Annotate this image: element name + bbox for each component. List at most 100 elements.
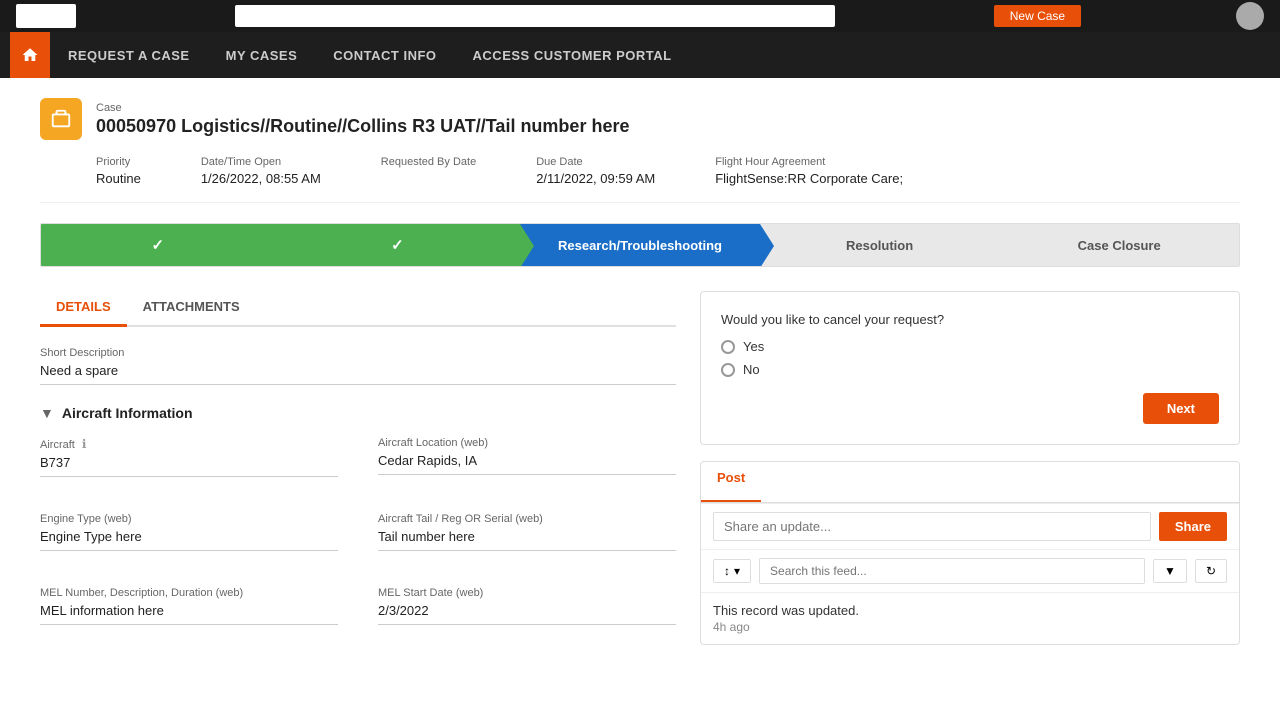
aircraft-row: Aircraft ℹ B737 Aircraft Location (web) … (40, 437, 676, 497)
home-icon (21, 46, 39, 64)
aircraft-label: Aircraft ℹ (40, 437, 338, 451)
aircraft-location-value: Cedar Rapids, IA (378, 453, 676, 475)
yes-radio[interactable] (721, 340, 735, 354)
feed-update: This record was updated. 4h ago (701, 592, 1239, 644)
next-button[interactable]: Next (1143, 393, 1219, 424)
home-button[interactable] (10, 32, 50, 78)
progress-step-2: ✓ (281, 224, 521, 266)
aircraft-tail-field: Aircraft Tail / Reg OR Serial (web) Tail… (378, 513, 676, 551)
yes-option[interactable]: Yes (721, 339, 1219, 354)
engine-type-value: Engine Type here (40, 529, 338, 551)
detail-tabs: DETAILS ATTACHMENTS (40, 291, 676, 327)
progress-step-4-label: Resolution (846, 238, 913, 253)
feed-search-input[interactable] (759, 558, 1145, 584)
sort-chevron-icon: ▾ (734, 564, 740, 578)
aircraft-value: B737 (40, 455, 338, 477)
nav-contact-info[interactable]: CONTACT INFO (315, 32, 454, 78)
case-title: 00050970 Logistics//Routine//Collins R3 … (96, 116, 629, 137)
filter-icon: ▼ (1164, 564, 1176, 578)
two-col-layout: DETAILS ATTACHMENTS Short Description Ne… (40, 291, 1240, 661)
requested-by-label: Requested By Date (381, 156, 476, 168)
progress-step-3-label: Research/Troubleshooting (558, 238, 722, 253)
mel-start-value: 2/3/2022 (378, 603, 676, 625)
aircraft-tail-value: Tail number here (378, 529, 676, 551)
date-open-field: Date/Time Open 1/26/2022, 08:55 AM (201, 156, 321, 186)
next-btn-row: Next (721, 393, 1219, 424)
progress-step-3: Research/Troubleshooting (520, 224, 760, 266)
main-content: Case 00050970 Logistics//Routine//Collin… (0, 78, 1280, 728)
aircraft-tail-label: Aircraft Tail / Reg OR Serial (web) (378, 513, 676, 525)
nav-access-customer-portal[interactable]: ACCESS CUSTOMER PORTAL (455, 32, 690, 78)
short-desc-value: Need a spare (40, 363, 676, 385)
progress-step-4: Resolution (760, 224, 1000, 266)
mel-row: MEL Number, Description, Duration (web) … (40, 587, 676, 645)
short-desc-label: Short Description (40, 347, 676, 359)
no-radio[interactable] (721, 363, 735, 377)
new-case-button[interactable]: New Case (994, 5, 1081, 27)
checkmark-icon-1: ✓ (152, 236, 165, 254)
top-search-bar (235, 5, 835, 27)
no-label: No (743, 362, 760, 377)
mel-start-field: MEL Start Date (web) 2/3/2022 (378, 587, 676, 625)
progress-step-1: ✓ (41, 224, 281, 266)
aircraft-section-label: Aircraft Information (62, 405, 193, 421)
short-description-field: Short Description Need a spare (40, 347, 676, 385)
due-date-value: 2/11/2022, 09:59 AM (536, 171, 655, 186)
progress-step-5: Case Closure (999, 224, 1239, 266)
priority-field: Priority Routine (96, 156, 141, 186)
aircraft-section-header[interactable]: ▼ Aircraft Information (40, 405, 676, 421)
case-info: Case 00050970 Logistics//Routine//Collin… (96, 102, 629, 137)
case-label: Case (96, 102, 629, 114)
post-card: Post Share ↕ ▾ ▼ ↻ (700, 461, 1240, 645)
mel-number-field: MEL Number, Description, Duration (web) … (40, 587, 338, 625)
checkmark-icon-2: ✓ (391, 236, 404, 254)
right-panel: Would you like to cancel your request? Y… (700, 291, 1240, 661)
aircraft-field: Aircraft ℹ B737 (40, 437, 338, 477)
mel-number-value: MEL information here (40, 603, 338, 625)
post-input[interactable] (761, 462, 1239, 502)
progress-bar: ✓ ✓ Research/Troubleshooting Resolution … (40, 223, 1240, 267)
nav-my-cases[interactable]: MY CASES (208, 32, 316, 78)
case-icon (40, 98, 82, 140)
date-open-label: Date/Time Open (201, 156, 321, 168)
flight-hour-value: FlightSense:RR Corporate Care; (715, 171, 903, 186)
tab-attachments[interactable]: ATTACHMENTS (127, 291, 256, 327)
post-tab[interactable]: Post (701, 462, 761, 502)
mel-start-label: MEL Start Date (web) (378, 587, 676, 599)
flight-hour-label: Flight Hour Agreement (715, 156, 903, 168)
post-tab-row: Post (701, 462, 1239, 503)
yes-label: Yes (743, 339, 764, 354)
date-open-value: 1/26/2022, 08:55 AM (201, 171, 321, 186)
case-header: Case 00050970 Logistics//Routine//Collin… (40, 98, 1240, 140)
refresh-button[interactable]: ↻ (1195, 559, 1227, 583)
mel-number-label: MEL Number, Description, Duration (web) (40, 587, 338, 599)
priority-label: Priority (96, 156, 141, 168)
feed-toolbar: ↕ ▾ ▼ ↻ (701, 549, 1239, 592)
avatar (1236, 2, 1264, 30)
due-date-field: Due Date 2/11/2022, 09:59 AM (536, 156, 655, 186)
priority-value: Routine (96, 171, 141, 186)
share-button[interactable]: Share (1159, 512, 1227, 541)
top-bar: New Case (0, 0, 1280, 32)
refresh-icon: ↻ (1206, 564, 1216, 578)
share-row: Share (701, 503, 1239, 549)
sort-button[interactable]: ↕ ▾ (713, 559, 751, 583)
aircraft-location-label: Aircraft Location (web) (378, 437, 676, 449)
progress-step-5-label: Case Closure (1078, 238, 1161, 253)
case-meta-row: Priority Routine Date/Time Open 1/26/202… (40, 156, 1240, 203)
nav-request-case[interactable]: REQUEST A CASE (50, 32, 208, 78)
filter-button[interactable]: ▼ (1153, 559, 1187, 583)
due-date-label: Due Date (536, 156, 655, 168)
aircraft-location-field: Aircraft Location (web) Cedar Rapids, IA (378, 437, 676, 477)
cancel-card: Would you like to cancel your request? Y… (700, 291, 1240, 445)
feed-update-text: This record was updated. (713, 603, 1227, 618)
tab-details[interactable]: DETAILS (40, 291, 127, 327)
flight-hour-field: Flight Hour Agreement FlightSense:RR Cor… (715, 156, 903, 186)
no-option[interactable]: No (721, 362, 1219, 377)
navigation: REQUEST A CASE MY CASES CONTACT INFO ACC… (0, 32, 1280, 78)
cancel-question: Would you like to cancel your request? (721, 312, 1219, 327)
case-bag-icon (50, 108, 72, 130)
share-input[interactable] (713, 512, 1151, 541)
engine-row: Engine Type (web) Engine Type here Aircr… (40, 513, 676, 571)
logo (16, 4, 76, 28)
